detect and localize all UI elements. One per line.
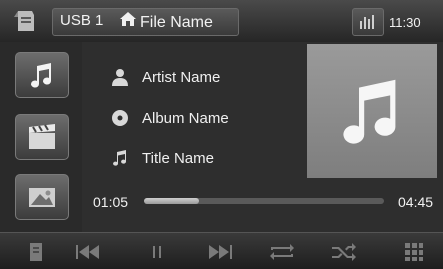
menu-icon <box>30 243 42 261</box>
grid-button[interactable] <box>394 238 434 266</box>
music-note-icon <box>31 63 52 88</box>
home-icon <box>120 12 136 26</box>
title-name: Title Name <box>142 149 214 167</box>
repeat-icon <box>270 244 294 260</box>
progress-bar[interactable] <box>144 198 384 204</box>
pause-button[interactable] <box>137 238 177 266</box>
source-label: USB 1 <box>60 12 104 29</box>
total-time: 04:45 <box>398 194 434 210</box>
shuffle-button[interactable] <box>324 238 364 266</box>
elapsed-time: 01:05 <box>93 194 129 210</box>
photo-icon <box>29 188 55 207</box>
back-button[interactable] <box>8 6 42 36</box>
next-icon <box>209 245 232 259</box>
equalizer-icon <box>360 15 374 29</box>
sidebar-item-photo[interactable] <box>15 174 69 220</box>
equalizer-button[interactable] <box>352 8 384 36</box>
clock: 11:30 <box>389 15 421 30</box>
grid-icon <box>405 243 423 261</box>
folder-label: File Name <box>140 14 213 31</box>
shuffle-icon <box>332 243 356 261</box>
disc-icon <box>112 110 128 126</box>
repeat-button[interactable] <box>262 238 302 266</box>
sidebar-item-video[interactable] <box>15 114 69 160</box>
album-art <box>307 44 437 178</box>
person-icon <box>112 69 128 86</box>
menu-button[interactable] <box>16 238 56 266</box>
previous-button[interactable] <box>68 238 108 266</box>
previous-icon <box>76 245 99 259</box>
sidebar-item-music[interactable] <box>15 52 69 98</box>
title-row: Title Name <box>110 146 214 170</box>
music-note-icon <box>113 150 126 166</box>
artist-name: Artist Name <box>142 68 221 86</box>
album-name: Album Name <box>142 109 229 127</box>
music-note-icon <box>343 79 396 144</box>
video-clapper-icon <box>29 124 55 149</box>
next-button[interactable] <box>200 238 240 266</box>
pause-icon <box>153 246 161 258</box>
back-icon <box>14 11 34 31</box>
album-row: Album Name <box>110 106 229 130</box>
artist-row: Artist Name <box>110 65 220 89</box>
progress-fill <box>144 198 200 204</box>
